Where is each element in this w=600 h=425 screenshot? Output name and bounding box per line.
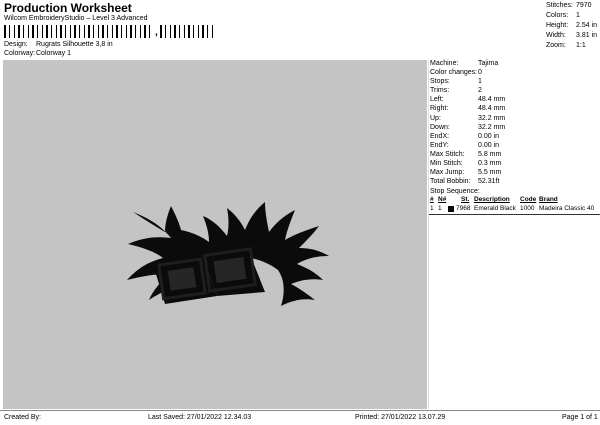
info-label: Down: bbox=[430, 123, 450, 131]
info-label: EndX: bbox=[430, 132, 450, 140]
info-row: Trims: 2 bbox=[430, 87, 600, 96]
stat-label: Height: bbox=[546, 22, 569, 29]
barcode bbox=[4, 25, 150, 38]
info-label: Up: bbox=[430, 114, 441, 122]
info-label: Left: bbox=[430, 96, 444, 104]
design-value: Rugrats Silhouette 3,8 in bbox=[36, 41, 113, 48]
info-value: 0.00 in bbox=[478, 141, 500, 149]
info-row: Color changes: 0 bbox=[430, 69, 600, 78]
info-row: Total Bobbin: 52.31ft bbox=[430, 178, 600, 187]
colorway-row: Colorway: Colorway 1 bbox=[4, 50, 204, 60]
info-row: Stops: 1 bbox=[430, 78, 600, 87]
info-value: 5.5 mm bbox=[478, 169, 502, 177]
hair-silhouette bbox=[127, 202, 329, 306]
embroidery-silhouette bbox=[127, 202, 329, 306]
barcode-secondary bbox=[160, 25, 213, 38]
info-row: Machine: Tajima bbox=[430, 60, 600, 69]
row-brand: Madeira Classic 40 bbox=[539, 205, 595, 212]
info-value: 2 bbox=[478, 87, 482, 95]
barcode-separator: , bbox=[155, 27, 158, 38]
info-value: 48.4 mm bbox=[478, 96, 506, 104]
stat-row: Colors: 1 bbox=[544, 12, 600, 22]
stat-value: 2.54 in bbox=[576, 22, 598, 29]
stat-value: 1:1 bbox=[576, 42, 586, 49]
stat-label: Zoom: bbox=[546, 42, 566, 49]
row-code: 1000 bbox=[520, 205, 535, 212]
info-value: 0.3 mm bbox=[478, 160, 502, 168]
colorway-label: Colorway: bbox=[4, 50, 36, 57]
machine-info-panel: Machine: Tajima Color changes: 0 Stops: 1 Trim… bbox=[430, 60, 600, 187]
info-label: Machine: bbox=[430, 60, 459, 67]
info-label: Right: bbox=[430, 105, 449, 113]
row-description: Emerald Black bbox=[474, 205, 516, 212]
header-brand: Brand bbox=[539, 196, 558, 203]
row-needle: 1 bbox=[438, 205, 442, 212]
info-label: Max Jump: bbox=[430, 169, 465, 177]
info-label: Trims: bbox=[430, 87, 450, 95]
info-value: 52.31ft bbox=[478, 178, 500, 186]
stat-label: Width: bbox=[546, 32, 566, 39]
info-label: Max Stitch: bbox=[430, 150, 465, 158]
stat-value: 3.81 in bbox=[576, 32, 598, 39]
stat-row: Zoom: 1:1 bbox=[544, 42, 600, 52]
stop-sequence-title: Stop Sequence: bbox=[430, 188, 480, 195]
header-num: # bbox=[430, 196, 434, 203]
table-row: 1 1 7968 Emerald Black 1000 Madeira Clas… bbox=[429, 205, 599, 214]
header-description: Description bbox=[474, 196, 510, 203]
info-value: 5.8 mm bbox=[478, 150, 502, 158]
stat-row: Height: 2.54 in bbox=[544, 22, 600, 32]
panel-divider bbox=[428, 60, 429, 409]
last-saved: Last Saved: 27/01/2022 12.34.03 bbox=[148, 414, 252, 421]
stat-value: 7970 bbox=[576, 2, 592, 9]
row-stitches: 7968 bbox=[456, 205, 471, 212]
colorway-value: Colorway 1 bbox=[36, 50, 72, 57]
info-row: Up: 32.2 mm bbox=[430, 115, 600, 124]
info-label: Min Stitch: bbox=[430, 160, 463, 168]
stat-value: 1 bbox=[576, 12, 580, 19]
info-row: Max Jump: 5.5 mm bbox=[430, 169, 600, 178]
info-value: 0 bbox=[478, 69, 482, 77]
stat-label: Colors: bbox=[546, 12, 569, 19]
info-value: 32.2 mm bbox=[478, 114, 506, 122]
page-number: Page 1 of 1 bbox=[562, 414, 598, 421]
info-row: Down: 32.2 mm bbox=[430, 124, 600, 133]
row-num: 1 bbox=[430, 205, 434, 212]
info-row: EndX: 0.00 in bbox=[430, 133, 600, 142]
info-value: 48.4 mm bbox=[478, 105, 506, 113]
stat-row: Width: 3.81 in bbox=[544, 32, 600, 42]
info-value: 1 bbox=[478, 78, 482, 86]
info-label: EndY: bbox=[430, 141, 449, 149]
info-label: Color changes: bbox=[430, 69, 478, 77]
info-label: Total Bobbin: bbox=[430, 178, 471, 186]
info-row: Right: 48.4 mm bbox=[430, 105, 600, 114]
info-value: Tajima bbox=[478, 60, 499, 67]
design-preview bbox=[3, 60, 427, 409]
info-row: Min Stitch: 0.3 mm bbox=[430, 160, 600, 169]
design-label: Design: bbox=[4, 41, 28, 48]
header-stitches: St. bbox=[461, 196, 470, 203]
color-swatch bbox=[448, 206, 454, 212]
table-divider bbox=[429, 214, 600, 215]
stat-label: Stitches: bbox=[546, 2, 573, 9]
footer: Created By: Last Saved: 27/01/2022 12.34… bbox=[0, 410, 600, 425]
header-needle: N# bbox=[438, 196, 447, 203]
info-label: Stops: bbox=[430, 78, 450, 86]
page-title: Production Worksheet bbox=[4, 1, 132, 15]
header-code: Code bbox=[520, 196, 537, 203]
info-row: EndY: 0.00 in bbox=[430, 142, 600, 151]
info-value: 0.00 in bbox=[478, 132, 500, 140]
printed-date: Printed: 27/01/2022 13.07.29 bbox=[355, 414, 446, 421]
table-header: # N# St. Description Code Brand bbox=[429, 196, 599, 205]
stat-row: Stitches: 7970 bbox=[544, 2, 600, 12]
info-row: Left: 48.4 mm bbox=[430, 96, 600, 105]
created-by: Created By: bbox=[4, 414, 41, 421]
info-value: 32.2 mm bbox=[478, 123, 506, 131]
info-row: Max Stitch: 5.8 mm bbox=[430, 151, 600, 160]
software-name: Wilcom EmbroideryStudio – Level 3 Advanc… bbox=[4, 15, 148, 22]
stats-panel: Stitches: 7970 Colors: 1 Height: 2.54 in Width… bbox=[544, 2, 600, 52]
stop-sequence-table: # N# St. Description Code Brand 1 1 7968… bbox=[429, 196, 599, 214]
